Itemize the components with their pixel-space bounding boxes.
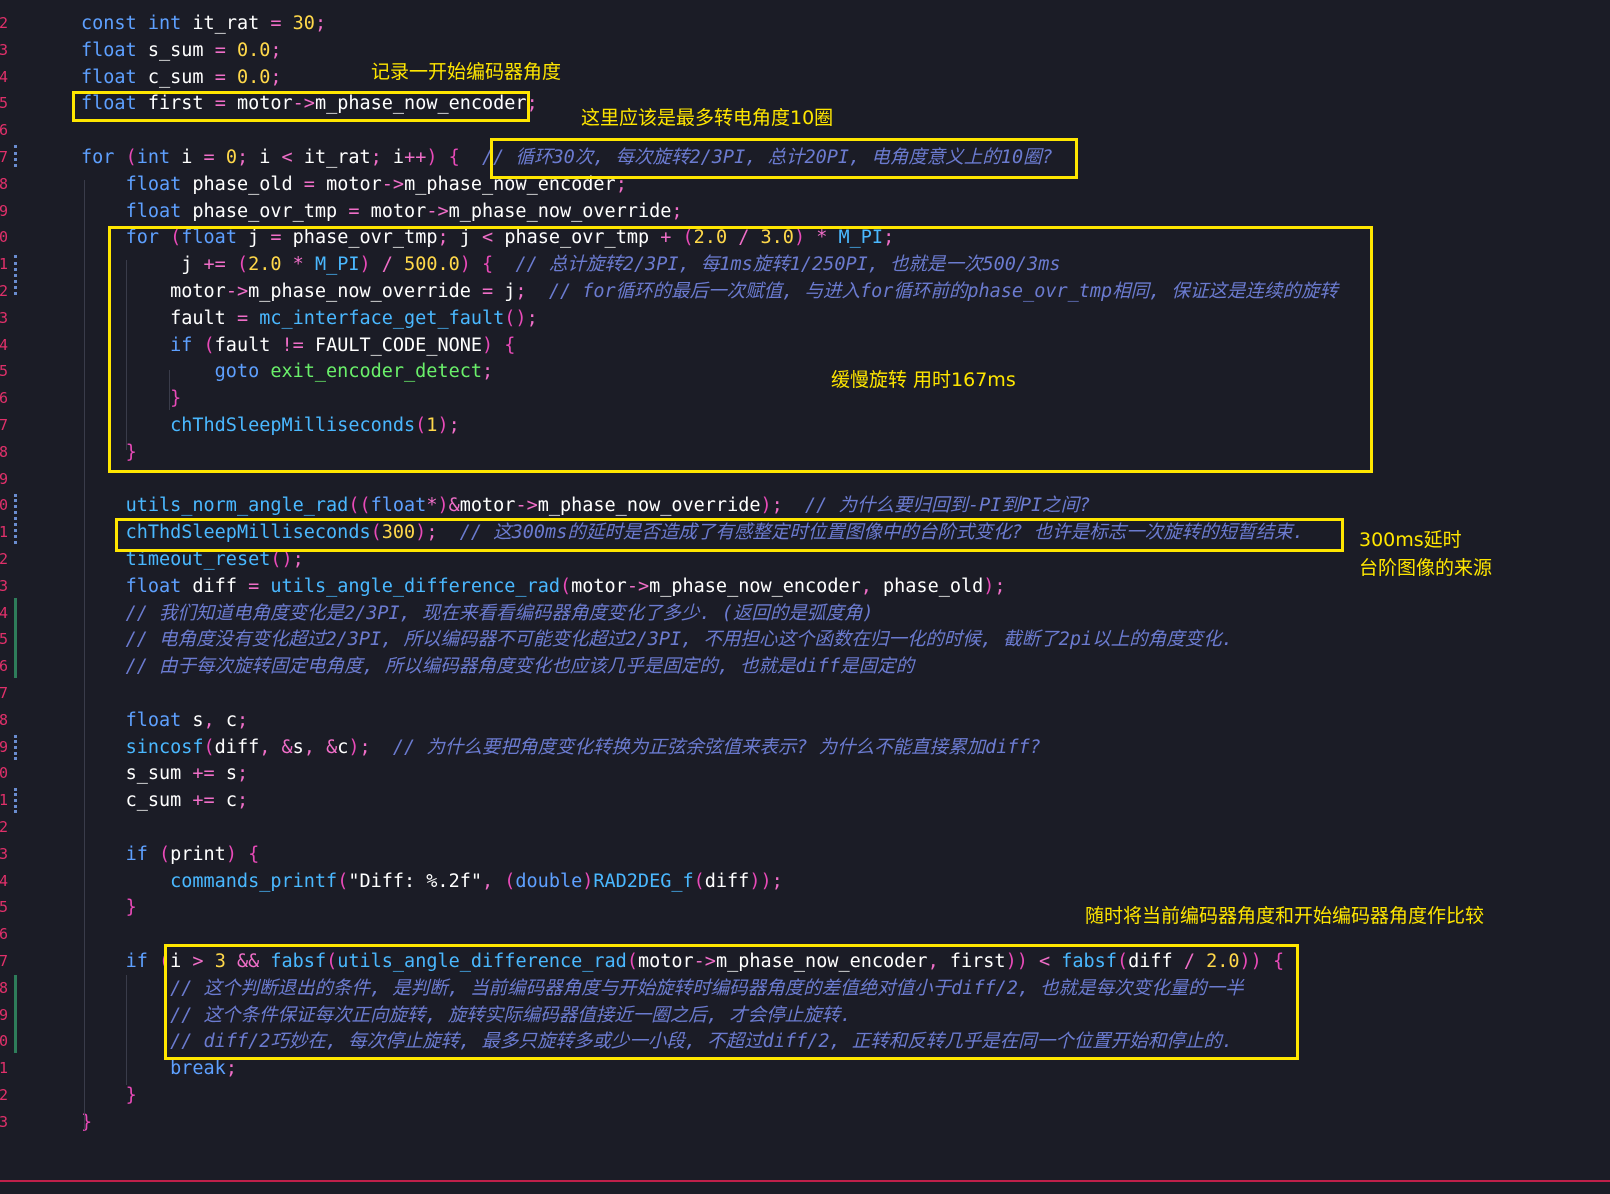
- code-line[interactable]: // 电角度没有变化超过2/3PI, 所以编码器不可能变化超过2/3PI, 不用…: [81, 626, 1233, 653]
- note-slow: 缓慢旋转 用时167ms: [831, 369, 1016, 391]
- code-line[interactable]: }: [81, 1109, 92, 1136]
- code-line[interactable]: c_sum += c;: [81, 787, 249, 814]
- code-line[interactable]: // 由于每次旋转固定电角度, 所以编码器角度变化也应该几乎是固定的, 也就是d…: [81, 653, 915, 680]
- code-line[interactable]: }: [81, 1082, 137, 1109]
- code-line[interactable]: if (print) {: [81, 841, 260, 868]
- code-line[interactable]: s_sum += s;: [81, 760, 249, 787]
- code-line[interactable]: commands_printf("Diff: %.2f", (double)RA…: [81, 868, 783, 895]
- indent-guide: [169, 370, 170, 410]
- code-line[interactable]: float phase_ovr_tmp = motor->m_phase_now…: [81, 198, 683, 225]
- box-sleep-300: [115, 518, 1344, 552]
- note-300ms-2: 台阶图像的来源: [1359, 557, 1493, 579]
- code-line[interactable]: utils_norm_angle_rad((float*)&motor->m_p…: [81, 492, 1091, 519]
- code-line[interactable]: float s, c;: [81, 707, 249, 734]
- code-line[interactable]: // 我们知道电角度变化是2/3PI, 现在来看看编码器角度变化了多少. (返回…: [81, 600, 874, 627]
- note-10-turns: 这里应该是最多转电角度10圈: [581, 107, 834, 129]
- code-line[interactable]: }: [81, 894, 137, 921]
- code-line[interactable]: sincosf(diff, &s, &c); // 为什么要把角度变化转换为正弦…: [81, 734, 1041, 761]
- indent-guide: [126, 975, 127, 1085]
- box-slow-rotation: [108, 226, 1373, 473]
- code-line[interactable]: float c_sum = 0.0;: [81, 64, 282, 91]
- indent-guide: [84, 180, 85, 1130]
- code-line[interactable]: float s_sum = 0.0;: [81, 37, 282, 64]
- box-loop-comment: [490, 138, 1078, 179]
- code-line[interactable]: const int it_rat = 30;: [81, 10, 326, 37]
- note-300ms-1: 300ms延时: [1359, 529, 1462, 551]
- code-line[interactable]: float diff = utils_angle_difference_rad(…: [81, 573, 1006, 600]
- note-first: 记录一开始编码器角度: [371, 61, 562, 83]
- indent-guide: [126, 260, 127, 450]
- box-first-encoder: [72, 91, 530, 122]
- note-compare: 随时将当前编码器角度和开始编码器角度作比较: [1085, 905, 1485, 927]
- box-compare: [164, 944, 1299, 1060]
